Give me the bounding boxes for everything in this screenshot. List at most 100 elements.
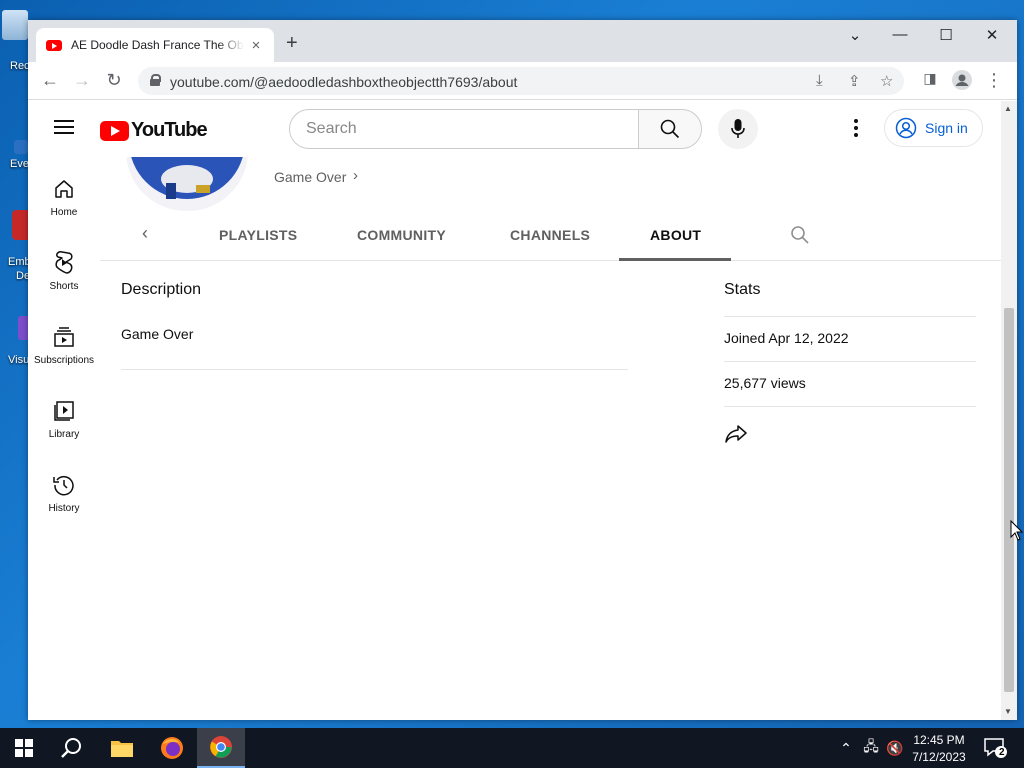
- side-panel-icon[interactable]: ◨: [918, 70, 942, 87]
- scroll-up-icon[interactable]: ▲: [1004, 104, 1012, 113]
- tab-community[interactable]: COMMUNITY: [357, 227, 446, 243]
- volume-muted-icon[interactable]: 🔇: [884, 728, 906, 768]
- divider: [724, 361, 976, 362]
- forward-icon[interactable]: →: [70, 70, 94, 91]
- close-window-button[interactable]: ✕: [977, 26, 1007, 44]
- tab-channels[interactable]: CHANNELS: [510, 227, 590, 243]
- search-placeholder: Search: [306, 120, 357, 137]
- desktop-icon-label: Rec: [10, 60, 30, 72]
- stats-heading: Stats: [724, 281, 761, 298]
- share-channel-icon[interactable]: [724, 423, 748, 446]
- history-icon: [53, 475, 74, 496]
- joined-date: Joined Apr 12, 2022: [724, 330, 849, 346]
- guide-item-label: Shorts: [49, 281, 79, 292]
- youtube-logo-text: YouTube: [131, 119, 208, 141]
- browser-window: AE Doodle Dash France The Object Show - …: [28, 20, 1017, 720]
- library-icon: [54, 401, 74, 421]
- tab-title: AE Doodle Dash France The Object Show - …: [71, 38, 244, 52]
- youtube-logo[interactable]: YouTube: [100, 119, 208, 142]
- taskbar: ⌃ 🖧 🔇 12:45 PM 7/12/2023 2: [0, 728, 1024, 768]
- sign-in-button[interactable]: Sign in: [884, 109, 983, 147]
- desktop-icon-eve[interactable]: Eve: [4, 140, 29, 170]
- desktop-icon-label: Visu: [8, 354, 30, 366]
- active-tab-indicator: [619, 258, 731, 261]
- search-icon: [660, 119, 680, 139]
- chevron-right-icon[interactable]: ›: [353, 167, 358, 184]
- search-input[interactable]: Search: [289, 109, 639, 149]
- search-button[interactable]: [638, 109, 702, 149]
- voice-search-button[interactable]: [718, 109, 758, 149]
- start-button[interactable]: [0, 728, 48, 768]
- description-heading: Description: [121, 281, 202, 298]
- windows-logo-icon: [15, 739, 33, 757]
- guide-item-label: Home: [50, 207, 78, 218]
- guide-item-library[interactable]: Library: [28, 399, 100, 440]
- youtube-logo-icon: [100, 120, 129, 141]
- description-text: Game Over: [121, 326, 194, 342]
- mini-guide: Home Shorts Subscriptions Library Histor…: [28, 157, 100, 720]
- tab-strip: AE Doodle Dash France The Object Show - …: [28, 20, 1017, 62]
- maximize-button[interactable]: ☐: [931, 26, 961, 44]
- shorts-icon: [55, 251, 73, 274]
- youtube-favicon-icon: [46, 39, 62, 51]
- tabs-scroll-left-icon[interactable]: ‹: [142, 223, 148, 244]
- page-scrollbar[interactable]: ▲ ▼: [1001, 101, 1017, 720]
- guide-item-label: Subscriptions: [33, 355, 95, 366]
- new-tab-button[interactable]: +: [286, 32, 298, 55]
- guide-item-shorts[interactable]: Shorts: [28, 251, 100, 292]
- notification-count: 2: [999, 747, 1005, 758]
- guide-item-subscriptions[interactable]: Subscriptions: [28, 325, 100, 366]
- recycle-bin-icon: [2, 10, 28, 40]
- share-icon[interactable]: ⇪: [848, 72, 861, 90]
- browser-toolbar: ← → ↻ youtube.com/@aedoodledashboxtheobj…: [28, 62, 1017, 100]
- hamburger-menu-icon[interactable]: [54, 120, 74, 134]
- lock-icon: [150, 74, 161, 86]
- reload-icon[interactable]: ↻: [102, 70, 126, 91]
- divider: [121, 369, 628, 370]
- guide-item-home[interactable]: Home: [28, 177, 100, 218]
- firefox-icon: [161, 737, 183, 759]
- browser-menu-icon[interactable]: ⋮: [982, 70, 1006, 91]
- about-stats-section: Stats Joined Apr 12, 2022 25,677 views: [724, 281, 976, 443]
- bookmark-star-icon[interactable]: ☆: [880, 72, 893, 90]
- firefox-button[interactable]: [148, 728, 196, 768]
- tab-about[interactable]: ABOUT: [650, 227, 701, 243]
- action-center-button[interactable]: 2: [980, 728, 1010, 768]
- desktop-icon-emb[interactable]: Emb De: [4, 210, 32, 282]
- guide-item-history[interactable]: History: [28, 473, 100, 514]
- install-app-icon[interactable]: ⤓: [816, 72, 823, 89]
- view-count: 25,677 views: [724, 375, 806, 391]
- tab-close-icon[interactable]: ×: [248, 37, 264, 54]
- youtube-page: Game Over › ‹ PLAYLISTS COMMUNITY CHANNE…: [28, 101, 1001, 720]
- show-hidden-icons[interactable]: ⌃: [836, 728, 856, 768]
- network-icon[interactable]: 🖧: [860, 728, 882, 768]
- minimize-button[interactable]: —: [885, 26, 915, 43]
- clock-date: 7/12/2023: [912, 750, 966, 764]
- channel-description-preview[interactable]: Game Over: [274, 169, 346, 185]
- browser-tab[interactable]: AE Doodle Dash France The Object Show - …: [36, 28, 274, 62]
- tab-search-icon[interactable]: ⌄: [840, 26, 870, 44]
- settings-kebab-icon[interactable]: [854, 119, 858, 140]
- url-text[interactable]: youtube.com/@aedoodledashboxtheobjectth7…: [170, 74, 517, 90]
- file-explorer-button[interactable]: [98, 728, 146, 768]
- chrome-button[interactable]: [197, 728, 245, 768]
- desktop-icon-visual[interactable]: Visu: [4, 316, 30, 366]
- channel-search-icon[interactable]: [790, 225, 810, 248]
- desktop-icon-recycle-bin[interactable]: Rec: [2, 10, 30, 72]
- guide-item-label: History: [48, 503, 80, 514]
- profile-icon[interactable]: [950, 70, 974, 95]
- tab-playlists[interactable]: PLAYLISTS: [219, 227, 297, 243]
- desktop-icon-label: Eve: [10, 158, 29, 170]
- mouse-cursor-icon: [1010, 519, 1024, 547]
- search-icon: [61, 738, 81, 758]
- address-bar[interactable]: youtube.com/@aedoodledashboxtheobjectth7…: [138, 67, 904, 95]
- sign-in-label: Sign in: [925, 120, 968, 136]
- taskbar-search-button[interactable]: [48, 728, 96, 768]
- home-icon: [55, 180, 73, 198]
- clock[interactable]: 12:45 PM 7/12/2023: [904, 732, 974, 766]
- chrome-icon: [210, 736, 232, 758]
- channel-tabs: ‹ PLAYLISTS COMMUNITY CHANNELS ABOUT: [100, 213, 1001, 261]
- back-icon[interactable]: ←: [38, 70, 62, 91]
- scrollbar-thumb[interactable]: [1004, 308, 1014, 692]
- scroll-down-icon[interactable]: ▼: [1004, 707, 1012, 716]
